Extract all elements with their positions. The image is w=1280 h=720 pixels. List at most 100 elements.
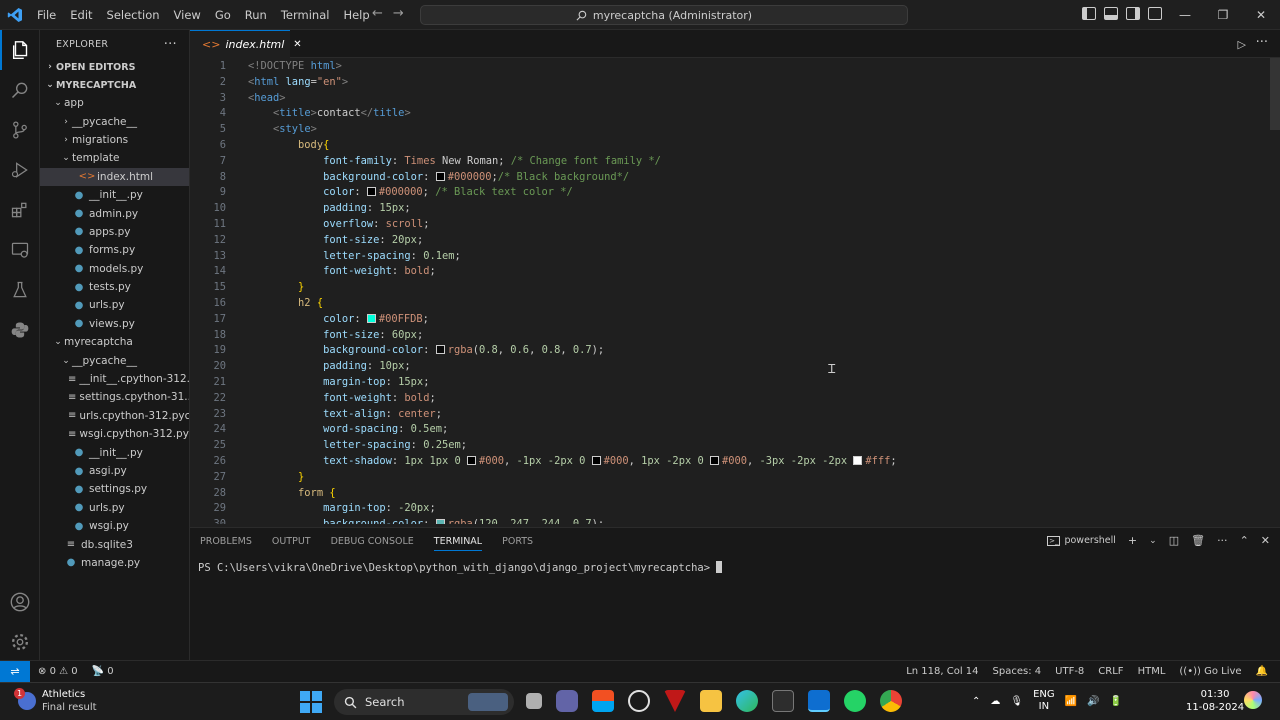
tab-output[interactable]: OUTPUT	[272, 536, 311, 547]
widgets-news[interactable]: 1 Athletics Final result	[14, 688, 97, 714]
close-icon[interactable]: ✕	[1242, 0, 1280, 30]
wifi-icon[interactable]: 📶	[1065, 696, 1077, 707]
menu-selection[interactable]: Selection	[100, 8, 167, 22]
close-panel-icon[interactable]: ✕	[1261, 534, 1270, 547]
tab-problems[interactable]: PROBLEMS	[200, 536, 252, 547]
task-view-icon[interactable]	[526, 693, 542, 709]
split-terminal-icon[interactable]: ◫	[1169, 534, 1179, 547]
windows-start-icon[interactable]	[300, 691, 322, 713]
problems-status[interactable]: ⊗ 0 ⚠ 0	[38, 666, 78, 677]
tab-index-html[interactable]: <> index.html ✕	[190, 30, 302, 58]
remote-explorer-icon[interactable]	[0, 230, 40, 270]
terminal-dropdown-chevron-icon[interactable]: ⌄	[1149, 536, 1157, 546]
encoding[interactable]: UTF-8	[1055, 666, 1084, 677]
toggle-primary-sidebar-icon[interactable]	[1082, 7, 1096, 20]
menu-edit[interactable]: Edit	[63, 8, 99, 22]
menu-help[interactable]: Help	[336, 8, 376, 22]
menu-go[interactable]: Go	[208, 8, 238, 22]
tree-item[interactable]: <> index.html	[40, 167, 189, 186]
close-tab-icon[interactable]: ✕	[293, 39, 301, 50]
color-swatch[interactable]	[366, 187, 376, 197]
panel-more-actions-icon[interactable]: ···	[1217, 534, 1228, 547]
command-center[interactable]: myrecaptcha (Administrator)	[420, 5, 908, 25]
tree-item[interactable]: ⌄ myrecaptcha	[40, 333, 189, 351]
color-swatch[interactable]	[466, 456, 476, 465]
color-swatch[interactable]	[366, 313, 376, 323]
tree-item[interactable]: ● wsgi.py	[40, 517, 189, 535]
tree-item[interactable]: › migrations	[40, 131, 189, 149]
terminal-output[interactable]: PS C:\Users\vikra\OneDrive\Desktop\pytho…	[198, 561, 723, 574]
teams-chat-icon[interactable]	[556, 690, 578, 712]
microphone-icon[interactable]: 🎙	[1010, 696, 1023, 707]
explorer-icon[interactable]	[0, 30, 40, 70]
tree-item[interactable]: ● manage.py	[40, 554, 189, 572]
color-swatch[interactable]	[709, 456, 719, 465]
tab-debug-console[interactable]: DEBUG CONSOLE	[331, 536, 414, 547]
search-icon[interactable]	[0, 70, 40, 110]
taskbar-search[interactable]: Search	[334, 689, 514, 715]
open-editors-section[interactable]: › OPEN EDITORS	[40, 58, 189, 76]
onedrive-cloud-icon[interactable]: ☁	[990, 696, 1000, 707]
cursor-position[interactable]: Ln 118, Col 14	[906, 666, 978, 677]
tree-item[interactable]: › __pycache__	[40, 112, 189, 130]
mcafee-icon[interactable]	[664, 690, 686, 712]
tree-item[interactable]: ≡ urls.cpython-312.pyc	[40, 407, 189, 425]
tab-terminal[interactable]: TERMINAL	[433, 536, 483, 551]
tree-item[interactable]: ● apps.py	[40, 223, 189, 241]
file-explorer-icon[interactable]	[700, 690, 722, 712]
editor-scrollbar[interactable]	[1270, 58, 1280, 130]
terminal-shell-selector[interactable]: >_ powershell	[1047, 535, 1116, 546]
go-live-button[interactable]: ((•)) Go Live	[1179, 666, 1241, 677]
python-icon[interactable]	[0, 310, 40, 350]
color-swatch[interactable]	[435, 345, 445, 355]
maximize-panel-chevron-up-icon[interactable]: ⌃	[1240, 534, 1249, 547]
menu-terminal[interactable]: Terminal	[274, 8, 337, 22]
tree-item[interactable]: ● admin.py	[40, 204, 189, 222]
more-actions-icon[interactable]: ···	[164, 37, 177, 52]
color-swatch[interactable]	[853, 456, 863, 465]
indentation[interactable]: Spaces: 4	[993, 666, 1042, 677]
tree-item[interactable]: ● __init__.py	[40, 186, 189, 204]
whatsapp-icon[interactable]	[844, 690, 866, 712]
color-swatch[interactable]	[435, 171, 445, 181]
tree-item[interactable]: ≡ __init__.cpython-312....	[40, 370, 189, 388]
run-button-icon[interactable]: ▷	[1238, 38, 1246, 51]
end-of-line[interactable]: CRLF	[1098, 666, 1123, 677]
language-mode[interactable]: HTML	[1138, 666, 1166, 677]
tab-ports[interactable]: PORTS	[502, 536, 533, 547]
toggle-panel-icon[interactable]	[1104, 7, 1118, 20]
input-language[interactable]: ENG IN	[1033, 689, 1055, 713]
editor-more-actions-icon[interactable]: ···	[1256, 35, 1268, 50]
account-icon[interactable]	[0, 582, 40, 622]
tree-item[interactable]: ⌄ template	[40, 149, 189, 167]
tree-item[interactable]: ● forms.py	[40, 241, 189, 259]
tree-item[interactable]: ● views.py	[40, 315, 189, 333]
chrome-icon[interactable]	[880, 690, 902, 712]
customize-layout-icon[interactable]	[1148, 7, 1162, 20]
menu-file[interactable]: File	[30, 8, 63, 22]
settings-gear-icon[interactable]	[0, 622, 40, 662]
tree-item[interactable]: ≡ db.sqlite3	[40, 535, 189, 553]
vscode-taskbar-icon[interactable]	[808, 690, 830, 712]
notification-center-icon[interactable]	[1244, 691, 1262, 709]
terminal-app-icon[interactable]	[772, 690, 794, 712]
code-editor[interactable]: 1 <!DOCTYPE html> 2 <html lang="en"> 3 <head>…	[190, 58, 1280, 524]
back-arrow-icon[interactable]: ←	[372, 6, 383, 21]
menu-run[interactable]: Run	[238, 8, 274, 22]
dell-icon[interactable]	[628, 690, 650, 712]
tree-item[interactable]: ● asgi.py	[40, 462, 189, 480]
extensions-icon[interactable]	[0, 190, 40, 230]
kill-terminal-trash-icon[interactable]: 🗑	[1191, 534, 1205, 547]
volume-icon[interactable]: 🔊	[1087, 696, 1099, 707]
tree-item[interactable]: ● urls.py	[40, 499, 189, 517]
clock[interactable]: 01:30 11-08-2024	[1186, 688, 1244, 714]
forward-arrow-icon[interactable]: →	[393, 6, 404, 21]
tree-item[interactable]: ⌄ app	[40, 94, 189, 112]
tree-item[interactable]: ● settings.py	[40, 480, 189, 498]
restore-icon[interactable]: ❐	[1204, 0, 1242, 30]
tree-item[interactable]: ● models.py	[40, 260, 189, 278]
new-terminal-icon[interactable]: +	[1128, 534, 1137, 547]
source-control-icon[interactable]	[0, 110, 40, 150]
testing-icon[interactable]	[0, 270, 40, 310]
minimize-icon[interactable]: —	[1166, 0, 1204, 30]
